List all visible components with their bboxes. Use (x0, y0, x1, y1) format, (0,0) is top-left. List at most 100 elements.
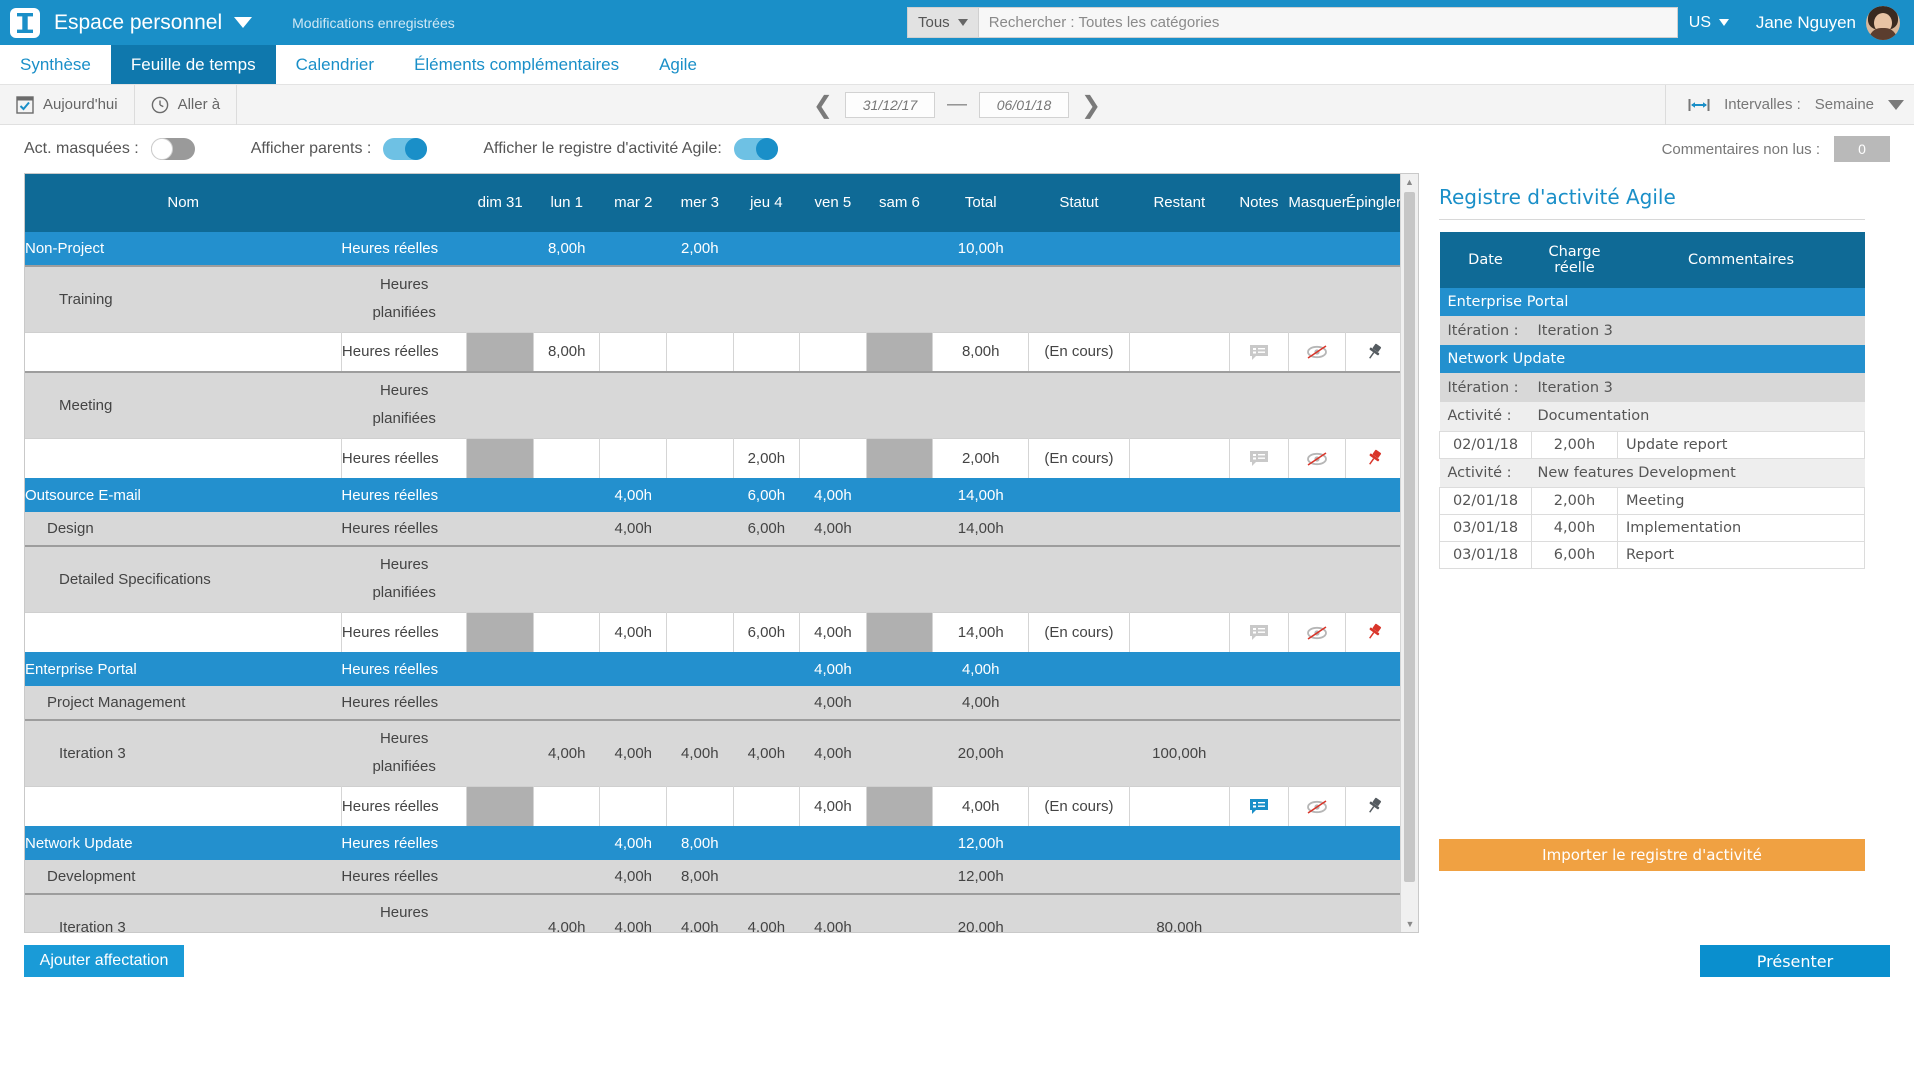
toggle-switch-hidden-activities[interactable] (151, 138, 195, 160)
day-cell[interactable] (533, 612, 600, 652)
day-cell[interactable]: 4,00h (600, 612, 667, 652)
day-cell[interactable]: 4,00h (800, 612, 867, 652)
notes-cell[interactable] (1229, 786, 1288, 826)
row-name[interactable]: Iteration 3 (25, 720, 341, 786)
submit-button[interactable]: Présenter (1700, 945, 1890, 977)
row-name[interactable]: Training (25, 266, 341, 332)
pin-icon[interactable] (1364, 796, 1384, 816)
locale-selector[interactable]: US (1689, 0, 1729, 45)
day-cell[interactable] (600, 786, 667, 826)
grid-scrollbar[interactable]: ▲ ▼ (1400, 174, 1418, 932)
day-cell[interactable]: 4,00h (800, 786, 867, 826)
pin-icon[interactable] (1364, 622, 1384, 642)
col-jeu4[interactable]: jeu 4 (733, 174, 800, 232)
previous-period-button[interactable]: ❮ (813, 93, 833, 117)
row-name[interactable] (25, 332, 341, 372)
row-name[interactable]: Network Update (25, 826, 341, 860)
pin-cell[interactable] (1345, 612, 1402, 652)
note-icon[interactable] (1249, 624, 1269, 641)
col-nom[interactable]: Nom (25, 174, 341, 232)
notes-cell[interactable] (1229, 438, 1288, 478)
row-name[interactable]: Enterprise Portal (25, 652, 341, 686)
intervals-selector[interactable]: Intervalles : Semaine (1665, 85, 1904, 125)
tab-synthese[interactable]: Synthèse (0, 45, 111, 84)
hidden-eye-icon[interactable] (1305, 451, 1329, 467)
agile-entry-row[interactable]: 02/01/182,00hUpdate report (1440, 431, 1865, 458)
toggle-hidden-activities[interactable]: Act. masquées : (24, 138, 195, 160)
day-cell[interactable] (600, 438, 667, 478)
row-name[interactable]: Iteration 3 (25, 894, 341, 933)
day-cell[interactable] (667, 786, 734, 826)
toggle-switch-show-agile-log[interactable] (734, 138, 778, 160)
col-statut[interactable]: Statut (1029, 174, 1129, 232)
day-cell[interactable] (800, 332, 867, 372)
toggle-switch-show-parents[interactable] (383, 138, 427, 160)
col-lun1[interactable]: lun 1 (533, 174, 600, 232)
tab-calendrier[interactable]: Calendrier (276, 45, 394, 84)
today-button[interactable]: Aujourd'hui (0, 85, 135, 125)
hide-cell[interactable] (1288, 438, 1345, 478)
date-to-input[interactable] (979, 92, 1069, 118)
day-cell[interactable]: 8,00h (533, 332, 600, 372)
day-cell[interactable] (667, 438, 734, 478)
day-cell[interactable] (733, 332, 800, 372)
tab-elements-complementaires[interactable]: Éléments complémentaires (394, 45, 639, 84)
row-name[interactable]: Outsource E-mail (25, 478, 341, 512)
agile-entry-row[interactable]: 03/01/184,00hImplementation (1440, 514, 1865, 541)
hide-cell[interactable] (1288, 332, 1345, 372)
col-restant[interactable]: Restant (1129, 174, 1229, 232)
row-name[interactable] (25, 438, 341, 478)
col-sam6[interactable]: sam 6 (866, 174, 933, 232)
col-notes[interactable]: Notes (1229, 174, 1288, 232)
hide-cell[interactable] (1288, 612, 1345, 652)
col-epingler[interactable]: Épingler (1345, 174, 1402, 232)
day-cell[interactable]: 2,00h (733, 438, 800, 478)
date-from-input[interactable] (845, 92, 935, 118)
row-name[interactable]: Non-Project (25, 232, 341, 266)
col-ven5[interactable]: ven 5 (800, 174, 867, 232)
hidden-eye-icon[interactable] (1305, 344, 1329, 360)
goto-button[interactable]: Aller à (135, 85, 238, 125)
day-cell[interactable]: 6,00h (733, 612, 800, 652)
agile-entry-row[interactable]: 02/01/182,00hMeeting (1440, 487, 1865, 514)
col-mer3[interactable]: mer 3 (667, 174, 734, 232)
pin-icon[interactable] (1364, 448, 1384, 468)
row-name[interactable]: Meeting (25, 372, 341, 438)
add-assignment-button[interactable]: Ajouter affectation (24, 945, 184, 977)
avatar[interactable] (1866, 6, 1900, 40)
hidden-eye-icon[interactable] (1305, 799, 1329, 815)
note-icon[interactable] (1249, 450, 1269, 467)
scroll-down-icon[interactable]: ▼ (1401, 916, 1419, 932)
tab-agile[interactable]: Agile (639, 45, 717, 84)
col-masquer[interactable]: Masquer (1288, 174, 1345, 232)
day-cell[interactable] (733, 786, 800, 826)
agile-entry-row[interactable]: 03/01/186,00hReport (1440, 541, 1865, 568)
day-cell[interactable] (600, 332, 667, 372)
col-dim31[interactable]: dim 31 (467, 174, 534, 232)
search-input[interactable] (978, 7, 1678, 38)
toggle-show-agile-log[interactable]: Afficher le registre d'activité Agile: (483, 138, 777, 160)
row-name[interactable]: Project Management (25, 686, 341, 720)
row-name[interactable] (25, 786, 341, 826)
day-cell[interactable] (667, 612, 734, 652)
row-name[interactable]: Development (25, 860, 341, 894)
hidden-eye-icon[interactable] (1305, 625, 1329, 641)
scrollbar-thumb[interactable] (1404, 192, 1415, 882)
pin-cell[interactable] (1345, 332, 1402, 372)
note-icon[interactable] (1249, 798, 1269, 815)
import-activity-log-button[interactable]: Importer le registre d'activité (1439, 839, 1865, 871)
user-menu[interactable]: Jane Nguyen (1756, 0, 1900, 45)
col-total[interactable]: Total (933, 174, 1029, 232)
pin-cell[interactable] (1345, 438, 1402, 478)
row-name[interactable] (25, 612, 341, 652)
day-cell[interactable] (800, 438, 867, 478)
hide-cell[interactable] (1288, 786, 1345, 826)
next-period-button[interactable]: ❯ (1081, 93, 1101, 117)
day-cell[interactable] (667, 332, 734, 372)
day-cell[interactable] (533, 786, 600, 826)
day-cell[interactable] (533, 438, 600, 478)
row-name[interactable]: Design (25, 512, 341, 546)
row-name[interactable]: Detailed Specifications (25, 546, 341, 612)
notes-cell[interactable] (1229, 612, 1288, 652)
scroll-up-icon[interactable]: ▲ (1401, 174, 1418, 190)
